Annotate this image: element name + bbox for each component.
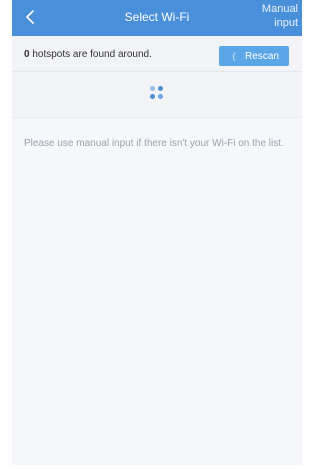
manual-input-button[interactable]: Manual input xyxy=(246,2,298,30)
app-header: Select Wi-Fi Manual input xyxy=(12,0,302,36)
hotspot-count: 0 xyxy=(24,49,30,60)
wifi-select-screen: Select Wi-Fi Manual input 0 hotspots are… xyxy=(12,0,302,465)
hotspot-bar: 0 hotspots are found around. ( Rescan xyxy=(12,36,302,72)
rescan-label: Rescan xyxy=(245,50,279,62)
manual-input-hint: Please use manual input if there isn't y… xyxy=(24,138,284,149)
refresh-icon: ( xyxy=(232,51,236,61)
hotspot-status: 0 hotspots are found around. xyxy=(24,49,152,60)
hotspot-status-text: hotspots are found around. xyxy=(32,49,152,60)
rescan-button[interactable]: ( Rescan xyxy=(219,46,289,66)
loading-row xyxy=(12,72,302,118)
spinner-icon xyxy=(150,86,164,100)
